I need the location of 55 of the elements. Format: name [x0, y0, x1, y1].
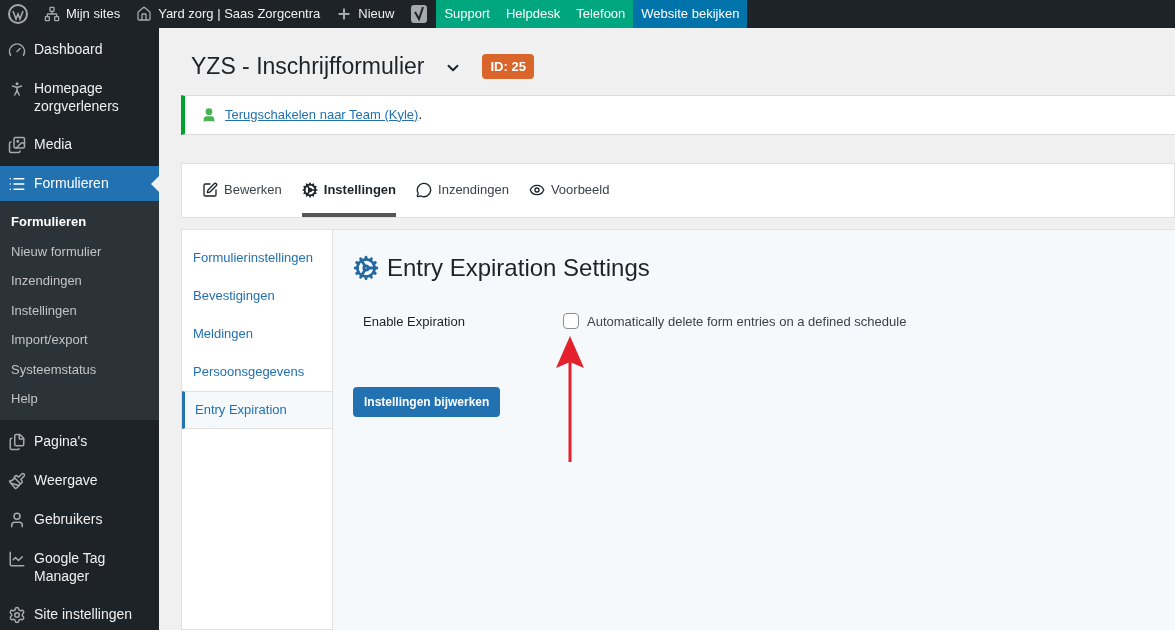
form-id-badge: ID: 25	[482, 53, 534, 79]
submenu-item[interactable]: Import/export	[0, 325, 159, 355]
menu-icon	[8, 41, 26, 59]
submenu-item[interactable]: Inzendingen	[0, 266, 159, 296]
new-link[interactable]: Nieuw	[328, 0, 403, 28]
tab-icon	[528, 182, 545, 198]
home-icon	[136, 6, 153, 22]
menu-icon	[8, 471, 26, 490]
update-settings-button[interactable]: Instellingen bijwerken	[353, 387, 501, 417]
menu-item[interactable]: Pagina's	[0, 423, 159, 459]
tab-icon	[416, 182, 433, 198]
menu-icon	[8, 510, 26, 529]
seo-plugin-icon[interactable]	[410, 4, 429, 24]
site-name-link[interactable]: Yard zorg | Saas Zorgcentra	[128, 0, 329, 28]
field-label: Enable Expiration	[363, 312, 466, 331]
panel-title: Entry Expiration Settings	[387, 252, 650, 283]
submenu-item[interactable]: Formulieren	[0, 207, 159, 237]
menu-item[interactable]: Weergave	[0, 462, 159, 498]
menu-item[interactable]: Google Tag Manager	[0, 540, 159, 593]
page-title: YZS - Inschrijfformulier	[191, 52, 425, 81]
menu-icon	[8, 549, 26, 568]
settings-nav-item[interactable]: Meldingen	[182, 314, 332, 353]
period-text: .	[418, 106, 423, 122]
tab-icon	[202, 182, 218, 198]
submenu-item[interactable]: Instellingen	[0, 295, 159, 325]
tab-icon	[301, 182, 318, 198]
wordpress-logo-icon[interactable]	[8, 4, 28, 24]
submenu-item[interactable]: Help	[0, 384, 159, 414]
settings-nav-item[interactable]: Bevestigingen	[182, 276, 332, 315]
menu-item[interactable]: Dashboard	[0, 32, 159, 67]
menu-icon	[8, 136, 26, 154]
gears-icon	[353, 254, 379, 281]
tab[interactable]: Bewerken	[202, 163, 282, 217]
menu-item[interactable]: Homepage zorgverleners	[0, 71, 159, 123]
checkbox[interactable]	[563, 313, 579, 330]
menu-item[interactable]: Media	[0, 127, 159, 162]
user-icon	[201, 106, 217, 123]
settings-nav-item[interactable]: Entry Expiration	[182, 390, 332, 429]
menu-item[interactable]: Site instellingen	[0, 596, 159, 630]
tab[interactable]: Instellingen	[301, 163, 397, 217]
menu-icon	[8, 175, 26, 193]
menu-icon	[8, 605, 26, 624]
submenu-item[interactable]: Nieuw formulier	[0, 236, 159, 266]
settings-nav-item[interactable]: Formulierinstellingen	[182, 238, 332, 277]
toolbar-link[interactable]: Website bekijken	[633, 0, 748, 28]
checkbox-label: Automatically delete form entries on a defined schedule	[587, 312, 907, 331]
my-sites-link[interactable]: Mijn sites	[36, 0, 129, 28]
submenu-item[interactable]: Systeemstatus	[0, 354, 159, 384]
settings-nav-item[interactable]: Persoonsgegevens	[182, 352, 332, 391]
menu-item[interactable]: Gebruikers	[0, 501, 159, 537]
menu-icon	[8, 432, 26, 451]
menu-item[interactable]: Formulieren	[0, 166, 159, 201]
tab[interactable]: Voorbeeld	[528, 163, 610, 217]
tab[interactable]: Inzendingen	[416, 163, 509, 217]
current-pointer-icon	[151, 175, 159, 192]
